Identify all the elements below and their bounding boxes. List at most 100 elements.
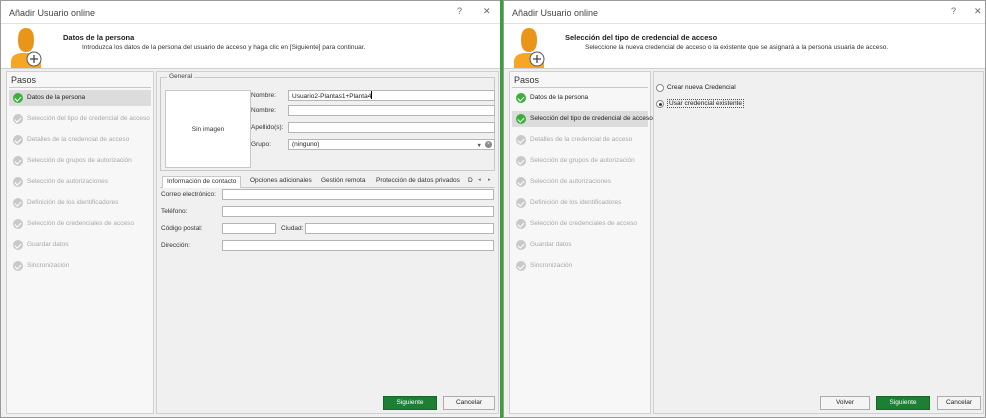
check-circle-icon [516,114,526,124]
step-label: Selección de credenciales de acceso [27,220,134,227]
nombre2-input[interactable] [288,105,495,116]
radio-label: Usar credencial existente [667,99,744,108]
dialog-header: Selección del tipo de credencial de acce… [504,24,985,69]
tab-gestion-remota[interactable]: Gestión remota [321,176,365,188]
email-input[interactable] [222,189,494,200]
city-label: Ciudad: [281,225,304,232]
step-grupos-autorizacion[interactable]: Selección de grupos de autorización [512,153,648,169]
grupo-value: (ninguno) [292,141,320,148]
phone-input[interactable] [222,206,494,217]
tab-proteccion-datos[interactable]: Protección de datos privados [376,176,460,188]
nombre2-label: Nombre: [251,107,276,114]
text-caret [371,91,373,99]
step-autorizaciones[interactable]: Selección de autorizaciones [9,174,151,190]
screenshot: Añadir Usuario online ? ✕ Datos de la pe… [0,0,986,418]
tab-informacion-contacto[interactable]: Información de contacto [162,176,242,188]
check-circle-icon [516,177,526,187]
nombre-input[interactable]: Usuario2-Plantas1+Planta4 [288,90,495,101]
steps-panel: Pasos Datos de la persona Selección del … [6,71,154,414]
radio-label: Crear nueva Credencial [667,84,736,91]
next-button[interactable]: Siguiente [383,396,437,410]
check-circle-icon [516,219,526,229]
dropdown-arrow-icon[interactable]: ▼ [477,142,482,149]
nombre-value: Usuario2-Plantas1+Planta4 [292,93,372,100]
step-label: Selección de credenciales de acceso [530,220,637,227]
check-circle-icon [13,261,23,271]
close-button[interactable]: ✕ [974,6,982,17]
check-circle-icon [13,156,23,166]
cancel-button[interactable]: Cancelar [443,396,495,410]
step-identificadores[interactable]: Definición de los identificadores [9,195,151,211]
step-label: Guardar datos [530,241,572,248]
step-datos-persona[interactable]: Datos de la persona [512,90,648,106]
grupo-label: Grupo: [251,141,271,148]
steps-panel: Pasos Datos de la persona Selección del … [509,71,653,414]
step-credenciales-acceso[interactable]: Selección de credenciales de acceso [512,216,648,232]
step-label: Definición de los identificadores [530,199,622,206]
step-guardar-datos[interactable]: Guardar datos [9,237,151,253]
tab-scroll-left-icon[interactable]: ◂ [478,177,481,183]
dialog-header: Datos de la persona Introduzca los datos… [1,24,501,69]
divider [512,87,648,88]
help-button[interactable]: ? [457,6,462,16]
step-label: Detalles de la credencial de acceso [530,136,633,143]
credential-type-panel: Crear nueva Credencial Usar credencial e… [653,71,984,414]
radio-circle [656,100,664,108]
check-circle-icon [13,240,23,250]
tab-scroll-right-icon[interactable]: ▸ [488,177,491,183]
back-button[interactable]: Volver [820,396,870,410]
contact-info-panel: Correo electrónico: Teléfono: Código pos… [160,188,495,383]
step-label: Sincronización [27,262,70,269]
help-button[interactable]: ? [951,6,956,16]
check-circle-icon [13,177,23,187]
tab-truncated[interactable]: D [468,176,473,188]
apellidos-label: Apellido(s): [251,124,284,131]
general-group: General Sin imagen Nombre: Usuario2-Plan… [160,73,495,171]
apellidos-input[interactable] [288,122,495,133]
radio-circle [656,84,664,92]
address-input[interactable] [222,240,494,251]
step-label: Datos de la persona [27,94,86,101]
step-label: Datos de la persona [530,94,589,101]
header-title: Selección del tipo de credencial de acce… [565,33,718,42]
step-sincronizacion[interactable]: Sincronización [512,258,648,274]
title-bar: Añadir Usuario online ? ✕ [1,1,501,24]
step-datos-persona[interactable]: Datos de la persona [9,90,151,106]
step-detalles-credencial[interactable]: Detalles de la credencial de acceso [9,132,151,148]
step-grupos-autorizacion[interactable]: Selección de grupos de autorización [9,153,151,169]
step-detalles-credencial[interactable]: Detalles de la credencial de acceso [512,132,648,148]
next-button[interactable]: Siguiente [876,396,930,410]
step-sincronizacion[interactable]: Sincronización [9,258,151,274]
step-label: Definición de los identificadores [27,199,119,206]
window-title: Añadir Usuario online [9,8,96,18]
header-description: Introduzca los datos de la persona del u… [82,44,366,51]
step-label: Selección de grupos de autorización [27,157,132,164]
photo-box[interactable]: Sin imagen [165,90,251,168]
step-credenciales-acceso[interactable]: Selección de credenciales de acceso [9,216,151,232]
cancel-button[interactable]: Cancelar [937,396,981,410]
check-circle-icon [13,114,23,124]
close-button[interactable]: ✕ [483,6,491,17]
step-tipo-credencial[interactable]: Selección del tipo de credencial de acce… [9,111,151,127]
check-circle-icon [13,93,23,103]
grupo-select[interactable]: (ninguno) ▼ × [288,139,495,150]
step-identificadores[interactable]: Definición de los identificadores [512,195,648,211]
address-label: Dirección: [161,242,190,249]
city-input[interactable] [305,223,494,234]
nombre-label: Nombre: [251,92,276,99]
step-autorizaciones[interactable]: Selección de autorizaciones [512,174,648,190]
check-circle-icon [516,198,526,208]
zip-input[interactable] [222,223,276,234]
check-circle-icon [516,93,526,103]
step-tipo-credencial[interactable]: Selección del tipo de credencial de acce… [512,111,653,127]
add-user-dialog-step1: Añadir Usuario online ? ✕ Datos de la pe… [0,0,502,418]
step-label: Detalles de la credencial de acceso [27,136,130,143]
check-circle-icon [13,198,23,208]
check-circle-icon [13,135,23,145]
clear-icon[interactable]: × [485,141,492,148]
tab-opciones-adicionales[interactable]: Opciones adicionales [250,176,312,188]
person-data-panel: General Sin imagen Nombre: Usuario2-Plan… [156,71,499,414]
add-user-dialog-step2: Añadir Usuario online ? ✕ Selección del … [503,0,986,418]
email-label: Correo electrónico: [161,191,216,198]
step-guardar-datos[interactable]: Guardar datos [512,237,648,253]
